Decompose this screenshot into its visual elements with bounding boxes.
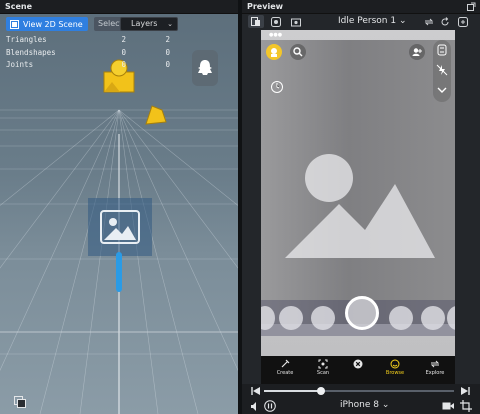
- ghost-icon: [198, 60, 212, 75]
- image-object[interactable]: [88, 198, 152, 256]
- nav-browse-label: Browse: [385, 370, 405, 376]
- reset-icon[interactable]: [440, 17, 450, 27]
- pause-icon[interactable]: [264, 400, 276, 412]
- add-friend-button[interactable]: [409, 44, 425, 60]
- preview-mode-icon: [251, 16, 260, 26]
- lens-thumbnail[interactable]: [279, 306, 303, 330]
- scene-panel-header: Scene: [0, 0, 238, 14]
- stats-row: Triangles 2 2: [6, 34, 170, 47]
- view-2d-scene-label: View 2D Scene: [23, 19, 83, 29]
- flip-camera-icon[interactable]: [436, 44, 448, 56]
- camera-controls: [433, 40, 451, 102]
- scene-panel: Scene Triangles 2 2 Blendshapes 0 0 Join…: [0, 0, 238, 414]
- search-icon: [293, 47, 303, 57]
- nav-browse[interactable]: Browse: [379, 358, 411, 376]
- search-button[interactable]: [290, 44, 306, 60]
- preview-panel: Preview Idle Person 1 ⌄ ●●● Create Scan …: [242, 0, 480, 414]
- close-icon: [353, 359, 363, 369]
- device-dropdown[interactable]: iPhone 8 ⌄: [340, 400, 389, 410]
- stats-row: Joints 0 0: [6, 59, 170, 72]
- stat-value: 0: [121, 47, 126, 57]
- chevron-down-icon: ⌄: [167, 20, 173, 28]
- stat-value: 2: [121, 35, 126, 44]
- chevron-down-icon[interactable]: [436, 84, 448, 96]
- nav-create-label: Create: [276, 370, 294, 376]
- mute-icon[interactable]: [250, 401, 261, 412]
- preview-person-dropdown[interactable]: Idle Person 1 ⌄: [338, 16, 407, 26]
- skip-back-icon[interactable]: [251, 387, 261, 395]
- timeline-progress: [264, 390, 321, 392]
- stat-value: 0: [165, 60, 170, 69]
- timeline-slider[interactable]: [264, 387, 454, 395]
- skip-forward-icon[interactable]: [460, 387, 470, 395]
- layers-label: Layers: [131, 19, 158, 28]
- device-label: iPhone 8: [340, 400, 379, 410]
- lens-mode-button[interactable]: [268, 15, 284, 28]
- scan-icon: [318, 359, 328, 369]
- light-gizmo-icon[interactable]: [142, 102, 170, 128]
- preview-person-label: Idle Person 1: [338, 16, 397, 26]
- add-friend-icon: [412, 48, 422, 56]
- nav-scan-label: Scan: [316, 370, 330, 376]
- stat-value: 0: [121, 60, 126, 69]
- image-placeholder-icon: [100, 210, 140, 244]
- nav-explore-label: Explore: [425, 370, 445, 376]
- scene-viewport[interactable]: Triangles 2 2 Blendshapes 0 0 Joints 0 0: [0, 14, 238, 414]
- nav-scan[interactable]: Scan: [307, 358, 339, 376]
- stat-label: Blendshapes: [6, 47, 56, 57]
- stat-label: Triangles: [6, 35, 47, 44]
- record-video-icon[interactable]: [442, 401, 454, 411]
- stat-label: Joints: [6, 60, 34, 69]
- bottom-nav: Create Scan Browse Explore: [261, 356, 455, 384]
- explore-icon: [430, 360, 440, 368]
- shutter-button[interactable]: [345, 296, 379, 330]
- image-placeholder-icon: [285, 154, 435, 258]
- nav-close[interactable]: [342, 358, 374, 370]
- view-2d-scene-button[interactable]: View 2D Scene: [6, 17, 88, 31]
- axis-object-icon[interactable]: [113, 250, 125, 294]
- capture-mode-button[interactable]: [288, 15, 304, 28]
- browse-icon: [390, 359, 400, 369]
- lens-thumbnail[interactable]: [421, 306, 445, 330]
- phone-preview[interactable]: ●●● Create Scan Browse Explore: [261, 30, 455, 384]
- profile-avatar[interactable]: [266, 44, 282, 60]
- playback-bar: [242, 384, 480, 398]
- lens-thumbnail[interactable]: [447, 306, 455, 330]
- scene-stats: Triangles 2 2 Blendshapes 0 0 Joints 0 0: [6, 34, 170, 72]
- camera-icon: [291, 18, 301, 26]
- preview-panel-header: Preview: [242, 0, 480, 14]
- device-bar: iPhone 8 ⌄: [242, 398, 480, 414]
- stats-row: Blendshapes 0 0: [6, 47, 170, 60]
- copy-icon[interactable]: [14, 396, 26, 408]
- scene-panel-title: Scene: [5, 2, 33, 11]
- bitmoji-icon: [271, 48, 277, 57]
- lens-thumbnail[interactable]: [389, 306, 413, 330]
- view-2d-icon: [10, 19, 19, 29]
- nav-create[interactable]: Create: [269, 358, 301, 376]
- lens-mode-icon: [271, 16, 281, 27]
- settings-icon[interactable]: [458, 17, 468, 27]
- stat-value: 0: [165, 47, 170, 57]
- preview-mode-button[interactable]: [248, 15, 264, 28]
- timer-icon[interactable]: [270, 80, 284, 94]
- lens-thumbnail[interactable]: [311, 306, 335, 330]
- lens-thumbnail[interactable]: [261, 306, 275, 330]
- swap-camera-icon[interactable]: [424, 17, 434, 27]
- timeline-handle[interactable]: [317, 387, 325, 395]
- popout-icon[interactable]: [467, 2, 476, 11]
- chevron-down-icon: ⌄: [381, 400, 390, 410]
- preview-toolbar: Idle Person 1 ⌄: [242, 14, 480, 30]
- lens-carousel: [261, 296, 455, 336]
- flash-off-icon[interactable]: [436, 64, 448, 76]
- stat-value: 2: [165, 35, 170, 44]
- snapchat-ghost-button[interactable]: [192, 50, 218, 86]
- preview-panel-title: Preview: [247, 2, 284, 11]
- nav-explore[interactable]: Explore: [419, 358, 451, 376]
- create-icon: [281, 359, 290, 368]
- crop-icon[interactable]: [460, 400, 472, 412]
- chevron-down-icon: ⌄: [398, 16, 407, 26]
- status-bar: ●●●: [269, 32, 283, 38]
- layers-dropdown[interactable]: Layers ⌄: [120, 17, 178, 31]
